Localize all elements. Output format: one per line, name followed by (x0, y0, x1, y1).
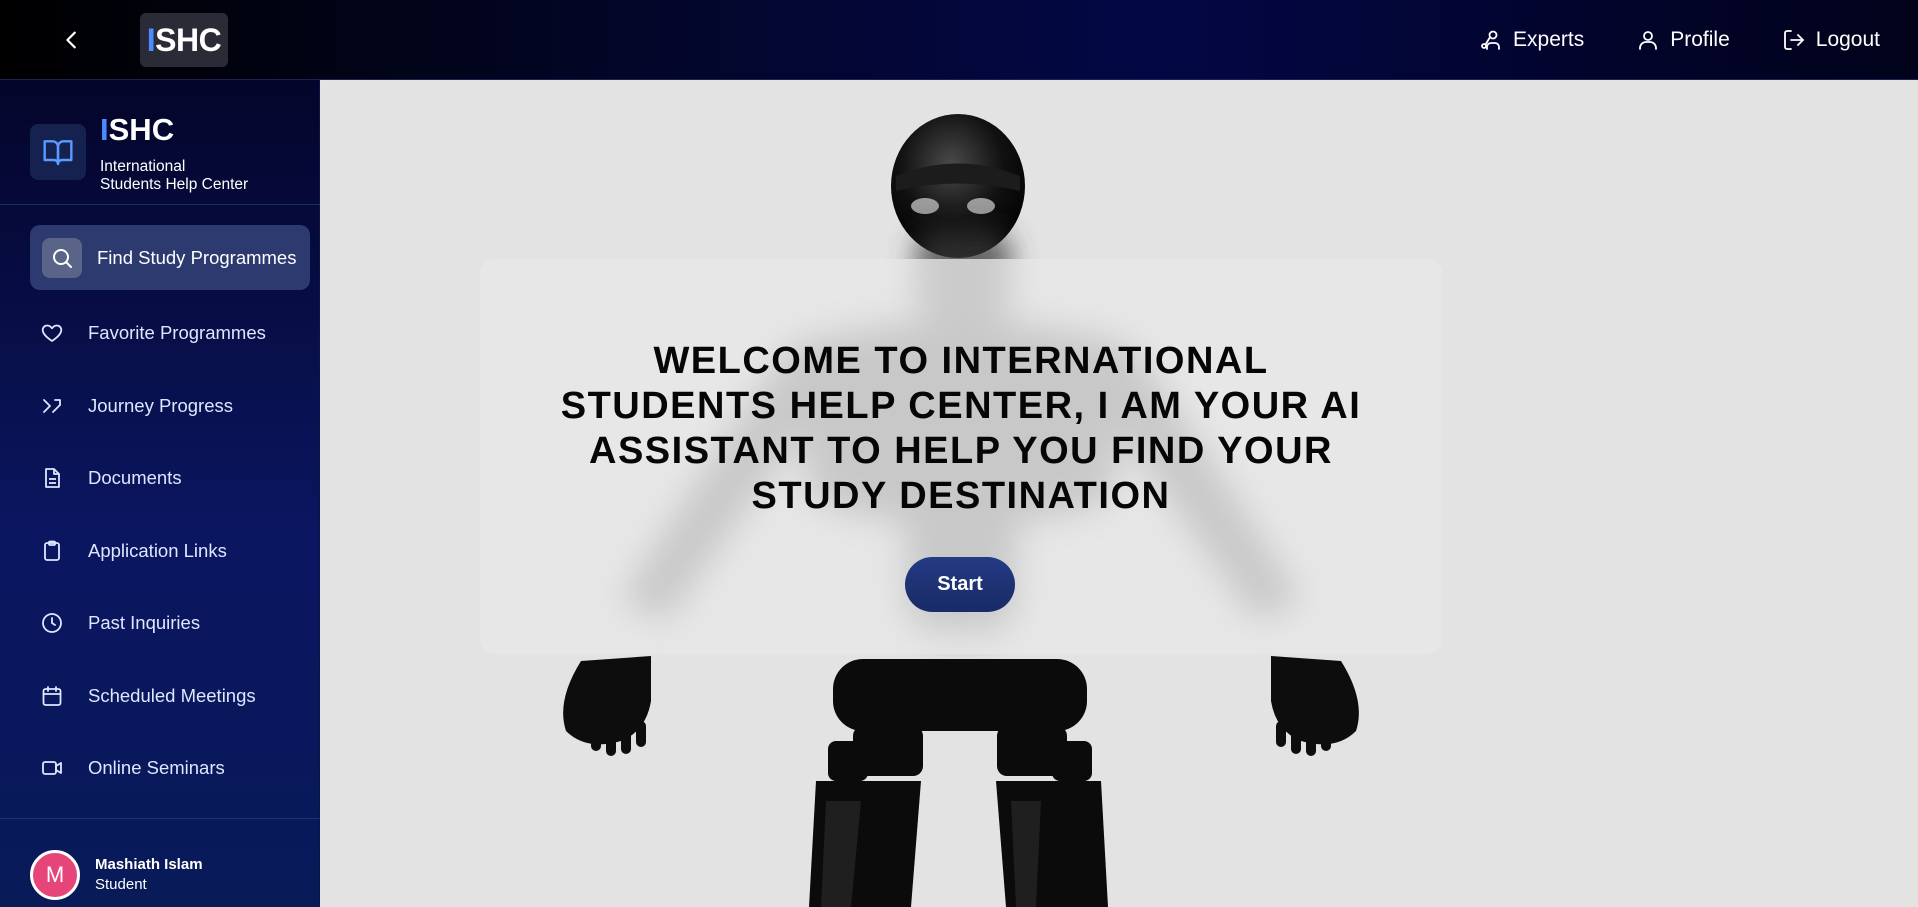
route-icon (43, 398, 61, 413)
nav-profile[interactable]: Profile (1636, 28, 1730, 52)
sidebar-item-label: Application Links (88, 539, 227, 561)
sidebar-item-scheduled-meetings[interactable]: Scheduled Meetings (0, 660, 320, 733)
experts-icon (1481, 30, 1500, 50)
sidebar: ISHC International Students Help Center … (0, 80, 320, 907)
clock-icon (42, 613, 62, 634)
top-bar: I SHC Experts Profile Logout (0, 0, 1918, 80)
chevron-left-icon (66, 31, 76, 49)
user-card[interactable]: M Mashiath Islam Student (0, 818, 320, 907)
sidebar-brand: ISHC International Students Help Center (0, 80, 320, 205)
brand-subtitle: International Students Help Center (100, 158, 249, 193)
calendar-icon (42, 685, 62, 706)
sidebar-item-past-inquiries[interactable]: Past Inquiries (0, 587, 320, 660)
back-button[interactable] (54, 22, 90, 58)
sidebar-item-label: Journey Progress (88, 394, 233, 416)
user-name: Mashiath Islam (95, 856, 203, 873)
heart-icon (41, 324, 63, 343)
sidebar-item-application-links[interactable]: Application Links (0, 515, 320, 588)
app-logo[interactable]: I SHC (140, 13, 228, 67)
video-icon (42, 761, 62, 776)
sidebar-item-label: Documents (88, 467, 182, 489)
main-content: WELCOME TO INTERNATIONAL STUDENTS HELP C… (321, 81, 1918, 907)
sidebar-item-label: Favorite Programmes (88, 322, 266, 344)
document-icon (45, 468, 60, 489)
sidebar-item-label: Past Inquiries (88, 612, 201, 634)
brand-name: ISHC (100, 112, 175, 147)
book-icon (30, 124, 86, 180)
welcome-card: WELCOME TO INTERNATIONAL STUDENTS HELP C… (480, 259, 1442, 654)
user-role: Student (95, 876, 147, 893)
top-nav: Experts Profile Logout (1427, 0, 1880, 80)
sidebar-item-label: Online Seminars (88, 757, 225, 779)
sidebar-item-find-study-programmes[interactable]: Find Study Programmes (30, 225, 310, 290)
sidebar-item-documents[interactable]: Documents (0, 442, 320, 515)
start-button[interactable]: Start (905, 557, 1015, 612)
sidebar-item-journey-progress[interactable]: Journey Progress (0, 370, 320, 443)
sidebar-nav: Find Study Programmes Favorite Programme… (0, 225, 320, 805)
sidebar-item-online-seminars[interactable]: Online Seminars (0, 732, 320, 805)
search-icon (42, 237, 82, 278)
logout-icon (1783, 30, 1804, 50)
sidebar-item-favorite-programmes[interactable]: Favorite Programmes (0, 297, 320, 370)
avatar: M (30, 850, 80, 900)
nav-experts[interactable]: Experts (1479, 28, 1584, 52)
sidebar-item-label: Find Study Programmes (97, 246, 297, 268)
nav-logout[interactable]: Logout (1782, 28, 1880, 52)
welcome-title: WELCOME TO INTERNATIONAL STUDENTS HELP C… (560, 340, 1362, 517)
clipboard-icon (44, 540, 60, 561)
user-icon (1639, 31, 1658, 50)
sidebar-item-label: Scheduled Meetings (88, 684, 256, 706)
